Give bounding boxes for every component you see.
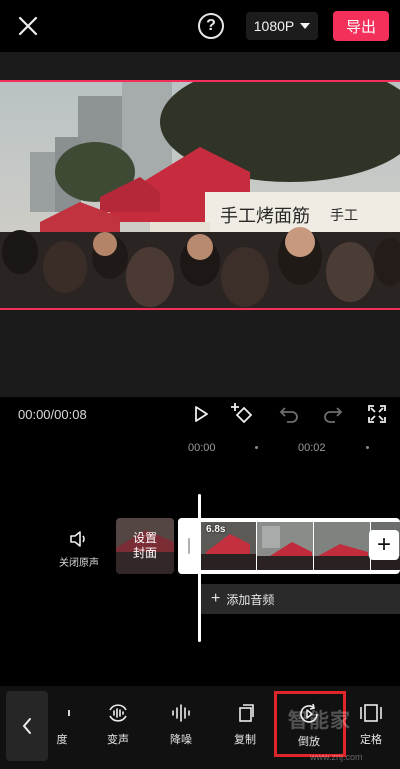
set-cover-button[interactable]: 设置 封面 (116, 518, 174, 574)
tool-freeze-frame[interactable]: 定格 (349, 702, 393, 747)
export-button[interactable]: 导出 (333, 11, 389, 41)
tool-noise-reduction-label: 降噪 (170, 734, 192, 746)
add-keyframe-icon (231, 403, 253, 424)
speed-icon (68, 710, 70, 716)
add-clip-button[interactable]: + (369, 530, 399, 560)
undo-button[interactable] (276, 401, 302, 427)
close-button[interactable] (14, 12, 42, 40)
help-icon: ? (206, 17, 216, 34)
ruler-label-1: 00:02 (298, 442, 326, 454)
tool-voice-change[interactable]: 变声 (96, 702, 140, 747)
copy-icon (239, 704, 254, 722)
close-icon (18, 16, 38, 36)
clip-trim-handle[interactable] (178, 518, 200, 574)
playhead[interactable] (198, 494, 201, 642)
ruler-label-0: 00:00 (188, 442, 216, 454)
fullscreen-icon (368, 405, 386, 423)
tool-speed[interactable]: 度 (40, 702, 84, 747)
resolution-value: 1080P (253, 18, 295, 34)
tool-freeze-frame-label: 定格 (360, 734, 382, 746)
mute-original-audio-button[interactable]: 关闭原声 (52, 530, 106, 569)
tool-copy[interactable]: 复制 (223, 702, 267, 747)
stall-sign-text: 手工烤面筋 (220, 206, 310, 227)
play-button[interactable] (188, 401, 214, 427)
speaker-icon (70, 531, 85, 547)
watermark-logo: 智能家 (288, 710, 351, 732)
noise-reduction-icon (172, 704, 190, 722)
play-icon (195, 406, 208, 422)
caret-down-icon (300, 23, 311, 29)
timecode: 00:00/00:08 (18, 407, 87, 422)
video-preview[interactable]: 手工烤面筋 手工 (0, 80, 400, 310)
plus-icon: + (211, 590, 221, 607)
add-audio-button[interactable]: + 添加音频 (201, 584, 400, 614)
tool-voice-change-label: 变声 (107, 734, 129, 746)
stall-sign-text-right: 手工 (330, 208, 358, 224)
mute-label: 关闭原声 (59, 558, 99, 569)
clip-duration: 6.8s (206, 524, 226, 535)
add-audio-label: 添加音频 (226, 592, 275, 607)
preview-area: 手工烤面筋 手工 (0, 52, 400, 397)
watermark-url: www.znj.com (310, 752, 363, 762)
cover-label: 设置 封面 (132, 531, 157, 560)
voice-change-icon (109, 704, 127, 722)
freeze-frame-icon (360, 704, 382, 722)
ruler-dot (366, 446, 369, 449)
undo-icon (279, 407, 298, 423)
video-clip[interactable]: 6.8s (178, 518, 400, 574)
ruler-dot (255, 446, 258, 449)
help-button[interactable]: ? (198, 13, 224, 39)
tool-copy-label: 复制 (234, 734, 256, 746)
keyframe-button[interactable] (230, 401, 256, 427)
chevron-left-icon (22, 718, 31, 734)
fullscreen-button[interactable] (364, 401, 390, 427)
tool-noise-reduction[interactable]: 降噪 (159, 702, 203, 747)
tool-speed-label: 度 (56, 734, 68, 746)
resolution-dropdown[interactable]: 1080P (246, 12, 318, 40)
redo-icon (324, 407, 343, 423)
redo-button[interactable] (320, 401, 346, 427)
